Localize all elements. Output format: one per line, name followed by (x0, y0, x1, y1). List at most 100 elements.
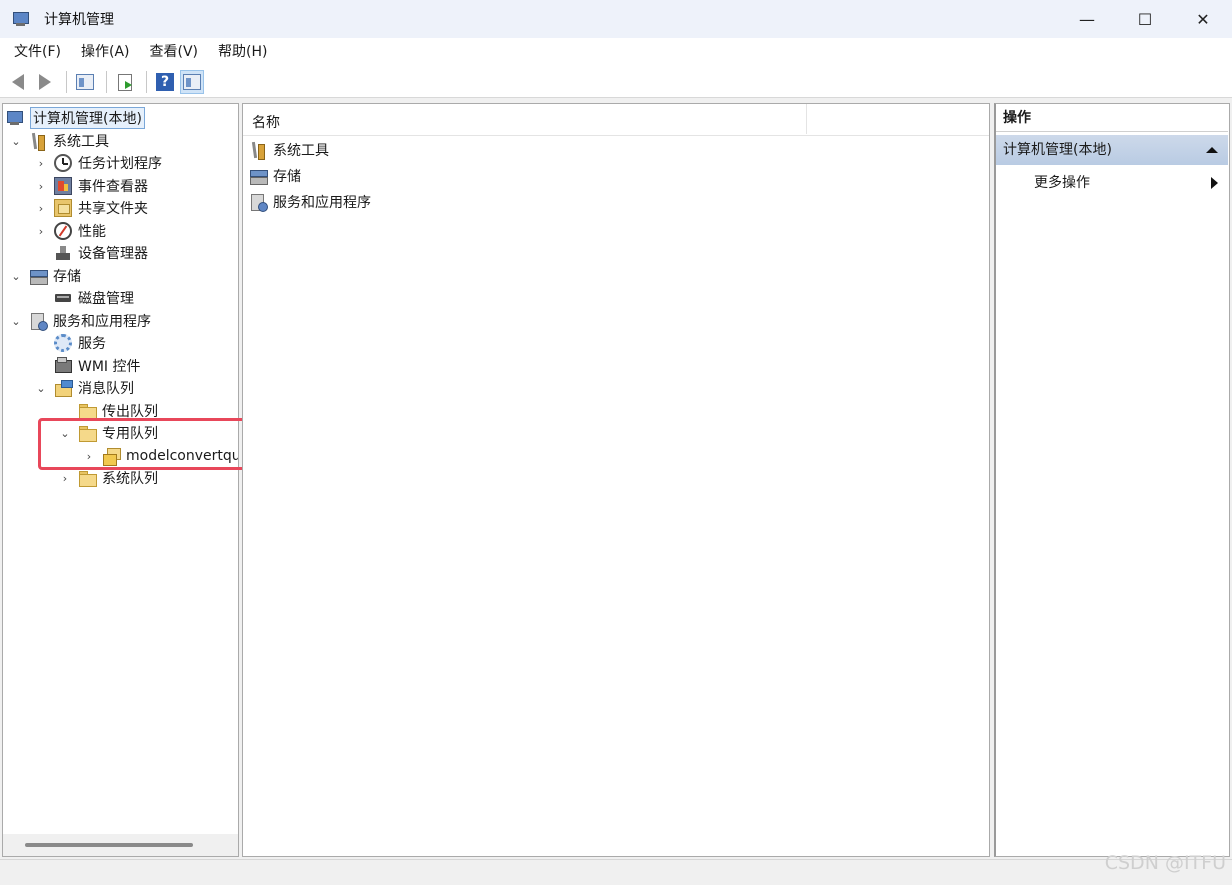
status-bar (0, 859, 1232, 885)
help-icon: ? (156, 73, 174, 91)
actions-header: 操作 (996, 104, 1228, 132)
actions-section-label: 计算机管理(本地) (1003, 142, 1112, 158)
list-item[interactable]: 系统工具 (249, 138, 329, 162)
menu-action[interactable]: 操作(A) (71, 38, 140, 67)
toolbar-divider (106, 71, 107, 93)
chevron-down-icon[interactable]: ⌄ (34, 381, 48, 395)
menu-view[interactable]: 查看(V) (140, 38, 209, 67)
tree-item-services-apps[interactable]: ⌄ 服务和应用程序 (9, 310, 151, 332)
tree-item-label: 系统队列 (102, 471, 158, 487)
collapse-triangle-icon[interactable] (1206, 147, 1218, 153)
list-item-label: 服务和应用程序 (273, 195, 371, 211)
horizontal-scrollbar[interactable] (3, 834, 238, 856)
list-item-label: 系统工具 (273, 143, 329, 159)
gear-icon (54, 334, 72, 352)
submenu-arrow-icon (1211, 177, 1218, 189)
disk-icon (54, 289, 72, 307)
show-hide-action-pane-button[interactable] (180, 70, 204, 94)
tree-item-event-viewer[interactable]: › 事件查看器 (34, 175, 148, 197)
menu-bar: 文件(F) 操作(A) 查看(V) 帮助(H) (0, 38, 1232, 67)
shared-folder-icon (54, 199, 72, 217)
tools-icon (29, 132, 47, 151)
list-item-label: 存储 (273, 169, 301, 185)
back-button[interactable] (6, 70, 30, 94)
chevron-right-icon[interactable]: › (34, 179, 48, 193)
tree-item-disk-management[interactable]: 磁盘管理 (34, 287, 134, 309)
help-button[interactable]: ? (153, 70, 177, 94)
close-button[interactable]: ✕ (1174, 0, 1232, 38)
tree-item-label: 共享文件夹 (78, 201, 148, 217)
more-actions-item[interactable]: 更多操作 (1034, 170, 1224, 196)
performance-icon (54, 222, 72, 240)
forward-arrow-icon (39, 74, 51, 90)
scrollbar-thumb[interactable] (25, 843, 193, 847)
tree-item-system-queues[interactable]: › 系统队列 (58, 467, 158, 489)
computer-management-icon (6, 109, 24, 127)
actions-section[interactable]: 计算机管理(本地) (996, 135, 1228, 165)
list-item[interactable]: 服务和应用程序 (249, 190, 371, 214)
tree-item-task-scheduler[interactable]: › 任务计划程序 (34, 152, 162, 174)
chevron-down-icon[interactable]: ⌄ (9, 134, 23, 148)
device-manager-icon (54, 244, 72, 262)
tree-item-label: 任务计划程序 (78, 156, 162, 172)
tree-item-label: 服务和应用程序 (53, 314, 151, 330)
chevron-right-icon[interactable]: › (34, 201, 48, 215)
tree-item-label: 系统工具 (53, 134, 109, 150)
message-queue-icon (54, 379, 73, 397)
column-header-name[interactable]: 名称 (252, 112, 280, 132)
toolbar-divider (146, 71, 147, 93)
column-header: 名称 (243, 104, 989, 136)
window-controls: — ☐ ✕ (1058, 0, 1232, 38)
tree-item-storage[interactable]: ⌄ 存储 (9, 265, 81, 287)
tree-item-label: 磁盘管理 (78, 291, 134, 307)
export-list-icon (118, 73, 132, 91)
tree-item-root[interactable]: 计算机管理(本地) (6, 107, 145, 129)
tree-item-label: 消息队列 (78, 381, 134, 397)
maximize-button[interactable]: ☐ (1116, 0, 1174, 38)
folder-icon (78, 469, 97, 487)
tree-item-shared-folders[interactable]: › 共享文件夹 (34, 197, 148, 219)
menu-help[interactable]: 帮助(H) (208, 38, 277, 67)
chevron-down-icon[interactable]: ⌄ (9, 269, 23, 283)
wmi-icon (54, 357, 72, 375)
event-viewer-icon (54, 177, 72, 195)
show-hide-console-tree-button[interactable] (73, 70, 97, 94)
export-list-button[interactable] (113, 70, 137, 94)
tree-item-message-queuing[interactable]: ⌄ 消息队列 (34, 377, 134, 399)
action-pane-icon (183, 74, 201, 90)
clock-icon (54, 154, 72, 172)
list-item[interactable]: 存储 (249, 164, 301, 188)
tree-item-system-tools[interactable]: ⌄ 系统工具 (9, 130, 109, 152)
tree-item-label: 事件查看器 (78, 179, 148, 195)
tree-item-label: 设备管理器 (78, 246, 148, 262)
result-pane: 名称 系统工具 存储 服务和应用程序 (242, 103, 990, 857)
column-divider[interactable] (806, 104, 807, 134)
forward-button[interactable] (33, 70, 57, 94)
services-apps-icon (29, 312, 48, 331)
back-arrow-icon (12, 74, 24, 90)
chevron-right-icon[interactable]: › (34, 156, 48, 170)
tree-item-performance[interactable]: › 性能 (34, 220, 106, 242)
tree-item-services[interactable]: 服务 (34, 332, 106, 354)
minimize-button[interactable]: — (1058, 0, 1116, 38)
tree-item-device-manager[interactable]: 设备管理器 (34, 242, 148, 264)
tree-item-label: 存储 (53, 269, 81, 285)
title-bar: 计算机管理 — ☐ ✕ (0, 0, 1232, 38)
toolbar: ? (0, 67, 1232, 98)
menu-file[interactable]: 文件(F) (4, 38, 71, 67)
console-tree: 计算机管理(本地) ⌄ 系统工具 › 任务计划程序 › 事件查看器 › 共享文件… (2, 103, 239, 857)
console-tree-icon (76, 74, 94, 90)
actions-pane: 操作 计算机管理(本地) 更多操作 (994, 103, 1230, 857)
services-apps-icon (249, 193, 268, 212)
chevron-down-icon[interactable]: ⌄ (9, 314, 23, 328)
tree-item-wmi[interactable]: WMI 控件 (34, 355, 141, 377)
tree-item-label: 计算机管理(本地) (30, 107, 145, 129)
window-title: 计算机管理 (44, 12, 114, 28)
computer-management-icon (12, 10, 30, 28)
tree-item-label: WMI 控件 (78, 359, 141, 375)
tree-item-label: 服务 (78, 336, 106, 352)
chevron-right-icon[interactable]: › (58, 471, 72, 485)
chevron-right-icon[interactable]: › (34, 224, 48, 238)
tools-icon (249, 141, 267, 160)
more-actions-label: 更多操作 (1034, 175, 1090, 191)
